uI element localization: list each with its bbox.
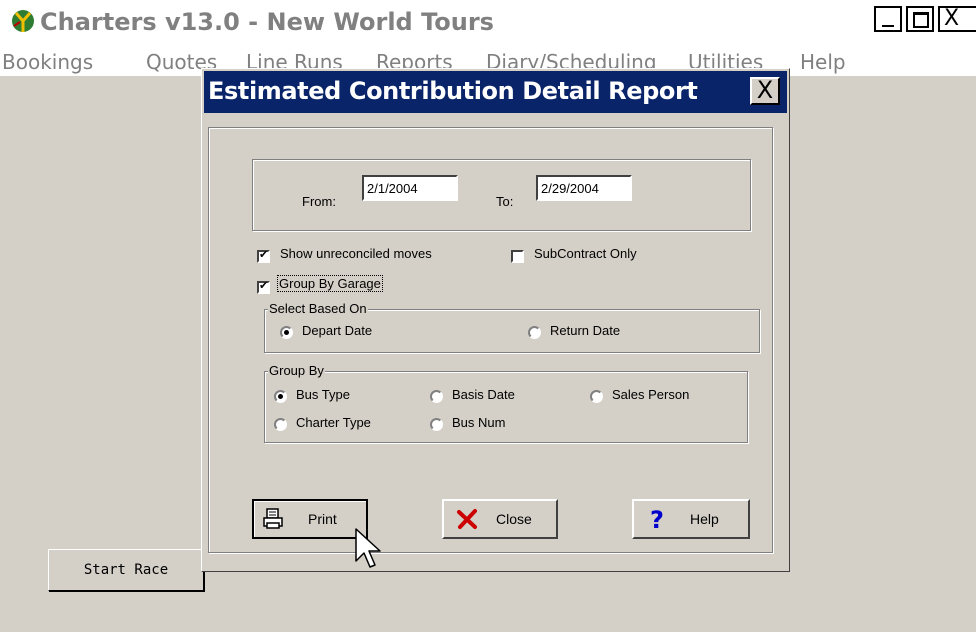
group-by-garage-label[interactable]: Group By Garage — [277, 275, 383, 292]
dialog-titlebar[interactable]: Estimated Contribution Detail Report X — [204, 71, 787, 113]
sales-person-radio[interactable] — [590, 390, 603, 403]
close-icon: X — [756, 76, 774, 104]
depart-date-radio[interactable] — [280, 326, 293, 339]
help-icon: ? — [650, 507, 664, 531]
group-by-legend: Group By — [268, 363, 325, 378]
help-button[interactable]: ? Help — [632, 499, 750, 539]
group-by-frame — [264, 371, 748, 443]
return-date-label[interactable]: Return Date — [550, 323, 620, 338]
close-icon: X — [944, 6, 960, 31]
dialog-title: Estimated Contribution Detail Report — [208, 77, 698, 105]
menu-help[interactable]: Help — [800, 50, 846, 74]
show-unreconciled-checkbox[interactable] — [257, 248, 270, 263]
app-title: Charters v13.0 - New World Tours — [40, 8, 494, 36]
menu-bookings[interactable]: Bookings — [2, 50, 93, 74]
charter-type-radio[interactable] — [274, 418, 287, 431]
from-label: From: — [302, 194, 336, 209]
to-label: To: — [496, 194, 514, 209]
close-icon — [457, 509, 477, 529]
to-date-input[interactable] — [536, 175, 632, 201]
from-date-input[interactable] — [362, 175, 458, 201]
mouse-pointer-icon — [355, 528, 381, 568]
sales-person-label[interactable]: Sales Person — [612, 387, 689, 402]
app-titlebar[interactable]: Charters v13.0 - New World Tours X — [0, 0, 976, 42]
maximize-button[interactable] — [906, 6, 934, 32]
bus-type-radio[interactable] — [274, 390, 287, 403]
dialog-close-button[interactable]: X — [750, 77, 780, 105]
bus-num-radio[interactable] — [430, 418, 443, 431]
start-race-button[interactable]: Start Race — [48, 549, 204, 591]
help-label: Help — [690, 511, 719, 527]
depart-date-label[interactable]: Depart Date — [302, 323, 372, 338]
basis-date-label[interactable]: Basis Date — [452, 387, 515, 402]
report-dialog: Estimated Contribution Detail Report X F… — [201, 68, 790, 572]
bus-num-label[interactable]: Bus Num — [452, 415, 505, 430]
subcontract-only-checkbox[interactable] — [511, 250, 524, 263]
close-button[interactable]: Close — [442, 499, 558, 539]
close-label: Close — [496, 511, 532, 527]
charter-type-label[interactable]: Charter Type — [296, 415, 371, 430]
svg-text:?: ? — [650, 507, 664, 531]
app-logo-icon — [12, 10, 34, 32]
select-based-on-legend: Select Based On — [268, 301, 368, 316]
show-unreconciled-label[interactable]: Show unreconciled moves — [280, 246, 432, 261]
subcontract-only-label[interactable]: SubContract Only — [534, 246, 637, 261]
print-button[interactable]: Print — [252, 499, 368, 539]
window-close-button[interactable]: X — [938, 6, 976, 32]
bus-type-label[interactable]: Bus Type — [296, 387, 350, 402]
printer-icon — [263, 508, 283, 529]
print-label: Print — [308, 511, 337, 527]
return-date-radio[interactable] — [528, 326, 541, 339]
group-by-garage-checkbox[interactable] — [257, 279, 270, 294]
basis-date-radio[interactable] — [430, 390, 443, 403]
minimize-button[interactable] — [874, 6, 902, 32]
